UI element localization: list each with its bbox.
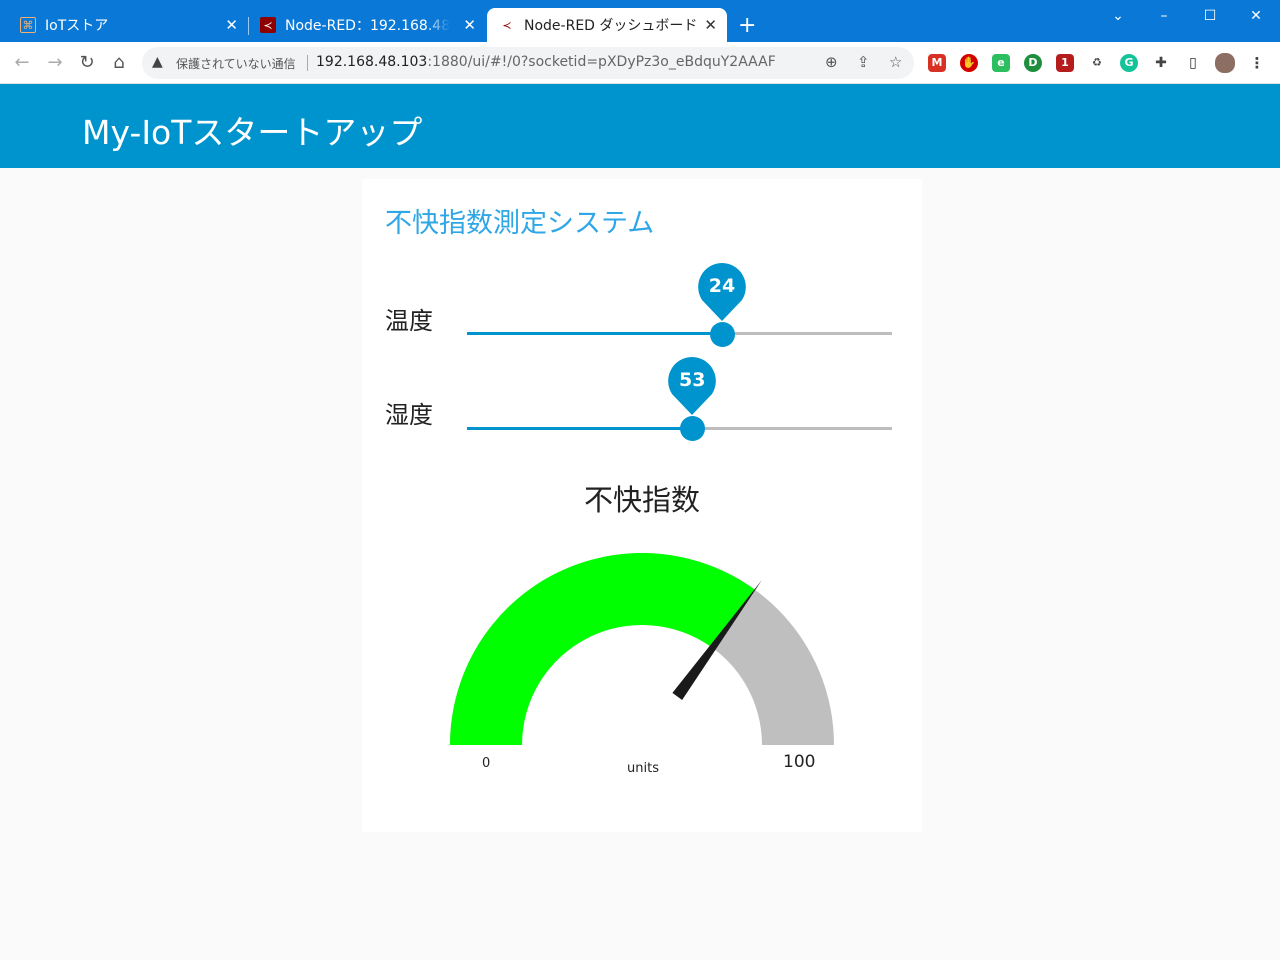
close-icon[interactable]: ✕ <box>704 16 717 34</box>
side-panel-icon[interactable]: ▯ <box>1184 54 1202 72</box>
back-button[interactable]: ← <box>10 51 34 75</box>
address-bar[interactable]: ▲ 保護されていない通信 192.168.48.103:1880/ui/#!/0… <box>142 47 914 79</box>
close-icon[interactable]: ✕ <box>225 16 238 34</box>
browser-toolbar: ← → ↻ ⌂ ▲ 保護されていない通信 192.168.48.103:1880… <box>0 42 1280 84</box>
security-status[interactable]: 保護されていない通信 <box>176 55 296 72</box>
url-path: :1880/ui/#!/0?socketid=pXDyPz3o_eBdquY2A… <box>427 54 776 70</box>
iot-store-icon: ⌘ <box>20 17 36 33</box>
tab-search-button[interactable]: ⌄ <box>1095 4 1141 28</box>
app-title: My-IoTスタートアップ <box>82 113 423 152</box>
node-red-icon: ≺ <box>502 18 512 32</box>
dashboard-group-card: 不快指数測定システム 温度 24 湿度 53 不快指数 0 units 100 <box>362 179 922 832</box>
tab-title: IoTストア <box>45 18 109 34</box>
extensions-puzzle-icon[interactable]: ✚ <box>1152 54 1170 72</box>
home-button[interactable]: ⌂ <box>107 51 131 75</box>
close-icon[interactable]: ✕ <box>463 16 476 34</box>
tab-iot-store[interactable]: ⌘ IoTストア ✕ <box>0 8 248 42</box>
zoom-icon[interactable]: ⊕ <box>825 53 838 71</box>
warning-icon[interactable]: ▲ <box>152 54 163 70</box>
tab-node-red-dashboard[interactable]: ≺ Node-RED ダッシュボード ✕ <box>487 8 727 42</box>
minimize-button[interactable]: – <box>1141 4 1187 28</box>
reload-button[interactable]: ↻ <box>75 51 99 75</box>
bookmark-star-icon[interactable]: ☆ <box>889 53 902 71</box>
gauge-units-label: units <box>627 761 659 776</box>
gmail-extension-icon[interactable]: M <box>928 54 946 72</box>
dashboard-header: My-IoTスタートアップ <box>0 84 1280 168</box>
menu-kebab-icon[interactable]: ⋮ <box>1248 54 1266 72</box>
calendar-extension-icon[interactable]: 1 <box>1056 54 1074 72</box>
divider <box>307 55 308 71</box>
forward-button[interactable]: → <box>43 51 67 75</box>
evernote-extension-icon[interactable]: e <box>992 54 1010 72</box>
tab-title: Node-RED ダッシュボード <box>524 18 698 34</box>
node-red-icon: ≺ <box>260 17 276 33</box>
gauge-max-label: 100 <box>783 752 816 772</box>
discomfort-gauge <box>450 553 834 745</box>
url-host: 192.168.48.103 <box>316 54 428 70</box>
browser-tab-strip: ⌘ IoTストア ✕ ≺ Node-RED：192.168.48.103 ✕ ≺… <box>0 0 1280 42</box>
gauge-min-label: 0 <box>482 756 491 771</box>
profile-avatar[interactable] <box>1215 53 1235 73</box>
recycle-extension-icon[interactable]: ♻ <box>1088 54 1106 72</box>
new-tab-button[interactable]: + <box>738 14 756 38</box>
share-icon[interactable]: ⇪ <box>857 53 870 71</box>
tab-node-red-editor[interactable]: ≺ Node-RED：192.168.48.103 ✕ <box>248 8 486 42</box>
pushbullet-extension-icon[interactable]: D <box>1024 54 1042 72</box>
tab-title: Node-RED：192.168.48.103 <box>285 18 450 34</box>
grammarly-extension-icon[interactable]: G <box>1120 54 1138 72</box>
adblock-extension-icon[interactable]: ✋ <box>960 54 978 72</box>
window-close-button[interactable]: ✕ <box>1233 4 1279 28</box>
url-text[interactable]: 192.168.48.103:1880/ui/#!/0?socketid=pXD… <box>316 54 776 70</box>
maximize-button[interactable]: ☐ <box>1187 4 1233 28</box>
